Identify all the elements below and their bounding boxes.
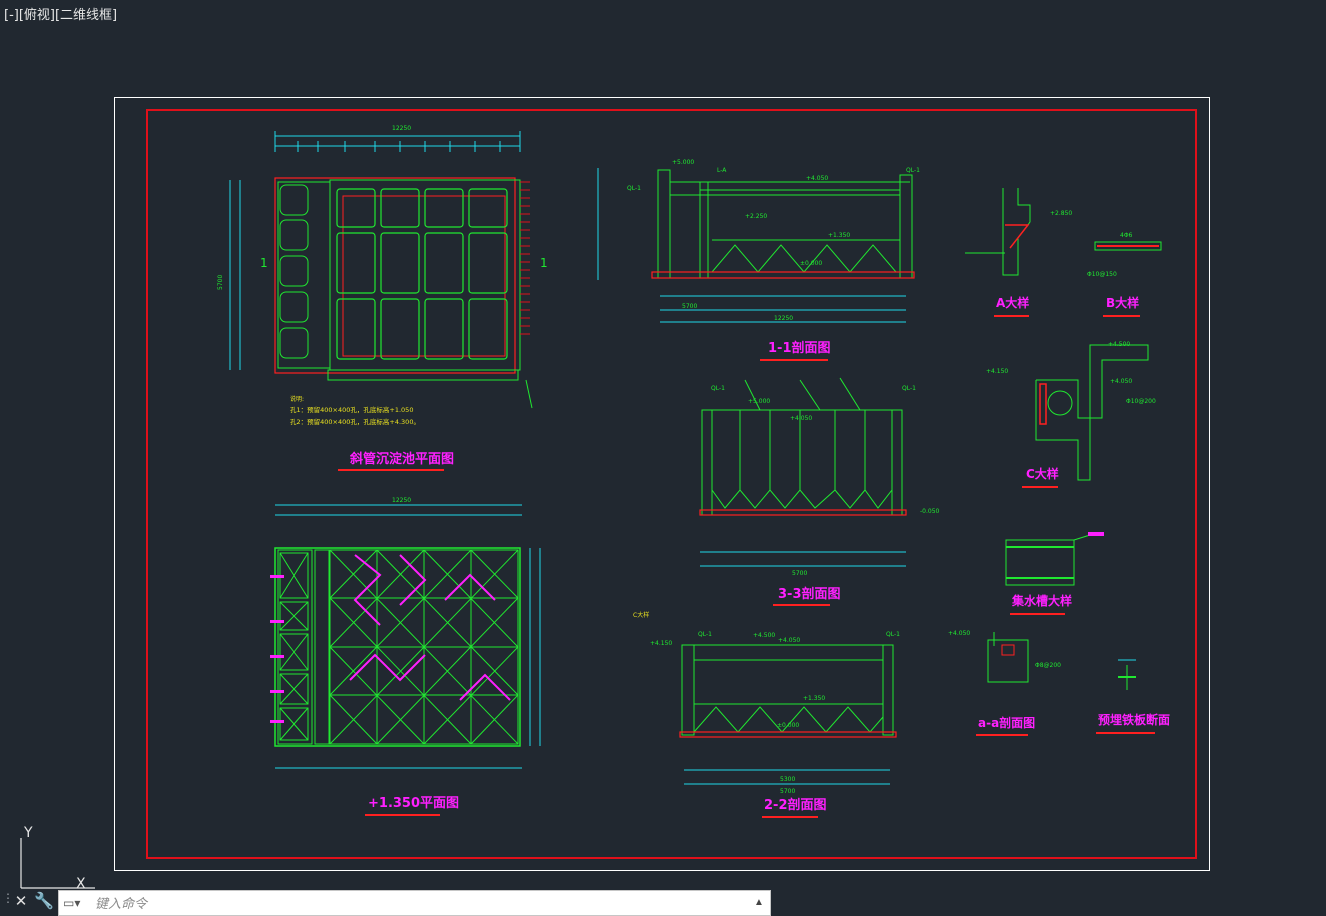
s11-elev-2250: +2.250 — [745, 213, 767, 220]
section-mark-right: 1 — [540, 256, 548, 270]
s11-elev-1350: +1.350 — [828, 232, 850, 239]
detail-aa: +4.050 Φ8@200 a-a剖面图 — [948, 630, 1061, 736]
detail-b: 4Φ6 Φ10@150 B大样 — [1087, 232, 1162, 317]
plan-title: 斜管沉淀池平面图 — [349, 451, 454, 467]
plan-1350-title: +1.350平面图 — [368, 796, 459, 811]
s33-ql1-left: QL-1 — [711, 385, 725, 392]
s11-elev-4050: +4.050 — [806, 175, 828, 182]
detail-b-title: B大样 — [1106, 295, 1139, 310]
wrench-icon[interactable]: 🔧 — [34, 892, 54, 912]
notes-line-1: 孔1：预留400×400孔，孔底标高+1.050 — [290, 405, 413, 414]
notes-heading: 说明: — [290, 395, 304, 403]
detail-b-rebar: Φ10@150 — [1087, 271, 1117, 278]
detail-aa-title: a-a剖面图 — [978, 715, 1035, 730]
plan-view: 12250 5700 1 1 说明: 孔1：预留400×400孔，孔底标高+1.… — [217, 125, 548, 471]
s22-dim-total: 5700 — [780, 788, 795, 795]
detail-trough: 集水槽大样 — [1005, 532, 1104, 615]
detail-c-title: C大样 — [1026, 466, 1059, 481]
drag-grip-icon[interactable]: ⋮ — [2, 891, 14, 913]
section-2-2-title: 2-2剖面图 — [764, 797, 827, 813]
notes-line-2: 孔2：预留400×400孔，孔底标高+4.300。 — [290, 417, 420, 426]
detail-c-elev-4150: +4.150 — [986, 368, 1008, 375]
p1350-total-width: 12250 — [392, 497, 411, 504]
s22-elev-4050: +4.050 — [778, 637, 800, 644]
s33-elev-m0050: -0.050 — [920, 508, 940, 515]
section-3-3-title: 3-3剖面图 — [778, 586, 841, 602]
section-2-2: C大样 +4.500 +4.050 +4.150 +1.350 ±0.000 Q… — [633, 611, 900, 818]
s11-ql1-left: QL-1 — [627, 185, 641, 192]
s22-elev-1350: +1.350 — [803, 695, 825, 702]
detail-b-rebar-top: 4Φ6 — [1120, 232, 1133, 239]
sheet-border — [114, 97, 1210, 871]
s11-elev-0000: ±0.000 — [800, 260, 822, 267]
s22-elev-4500: +4.500 — [753, 632, 775, 639]
s22-ql1-right: QL-1 — [886, 631, 900, 638]
s11-dim-total: 12250 — [774, 315, 793, 322]
detail-a-elev: +2.850 — [1050, 210, 1072, 217]
detail-aa-rebar: Φ8@200 — [1035, 662, 1061, 669]
detail-a-title: A大样 — [996, 295, 1029, 310]
embedded-plate-title: 预埋铁板断面 — [1098, 712, 1170, 727]
plan-total-width: 12250 — [392, 125, 411, 132]
detail-a: +2.850 A大样 — [965, 188, 1072, 317]
command-line: ⋮ ✕ 🔧 ▭▾ ▲ — [0, 889, 771, 916]
s22-dim-sub: 5300 — [780, 776, 795, 783]
detail-c-elev-4500: +4.500 — [1108, 341, 1130, 348]
command-input[interactable] — [93, 893, 737, 915]
s11-elev-5000: +5.000 — [672, 159, 694, 166]
command-prompt-icon[interactable]: ▭▾ — [63, 895, 87, 911]
s22-c-detail: C大样 — [633, 611, 649, 619]
s33-ql1-right: QL-1 — [902, 385, 916, 392]
s22-elev-0000: ±0.000 — [777, 722, 799, 729]
section-mark-left: 1 — [260, 256, 268, 270]
plan-1350-view: 12250 +1.350平面图 — [270, 497, 541, 816]
detail-embedded-plate: 预埋铁板断面 — [1096, 659, 1170, 734]
detail-trough-title: 集水槽大样 — [1011, 593, 1072, 608]
s11-dim-sub: 5700 — [682, 303, 697, 310]
section-1-1: +5.000 +4.050 +2.250 +1.350 ±0.000 QL-1 … — [597, 159, 920, 361]
detail-c: +4.500 +4.150 +4.050 Φ10@200 C大样 — [986, 341, 1156, 488]
drawing-canvas[interactable]: 12250 5700 1 1 说明: 孔1：预留400×400孔，孔底标高+1.… — [0, 0, 1326, 916]
s11-ql1-right: QL-1 — [906, 167, 920, 174]
detail-aa-elev: +4.050 — [948, 630, 970, 637]
s22-ql1-left: QL-1 — [698, 631, 712, 638]
s33-dim-total: 5700 — [792, 570, 807, 577]
triangle-up-icon[interactable]: ▲ — [752, 895, 766, 911]
s11-la: L-A — [717, 167, 727, 174]
close-icon[interactable]: ✕ — [12, 892, 30, 912]
detail-c-elev-4050: +4.050 — [1110, 378, 1132, 385]
section-3-3: +5.000 +4.050 -0.050 QL-1 QL-1 5700 3-3剖… — [699, 377, 940, 606]
detail-c-rebar: Φ10@200 — [1126, 398, 1156, 405]
s33-elev-5000: +5.000 — [748, 398, 770, 405]
s22-elev-4150: +4.150 — [650, 640, 672, 647]
s33-elev-4050: +4.050 — [790, 415, 812, 422]
plan-total-height: 5700 — [217, 275, 224, 290]
command-input-container: ▭▾ ▲ — [58, 890, 771, 916]
section-1-1-title: 1-1剖面图 — [768, 340, 831, 356]
